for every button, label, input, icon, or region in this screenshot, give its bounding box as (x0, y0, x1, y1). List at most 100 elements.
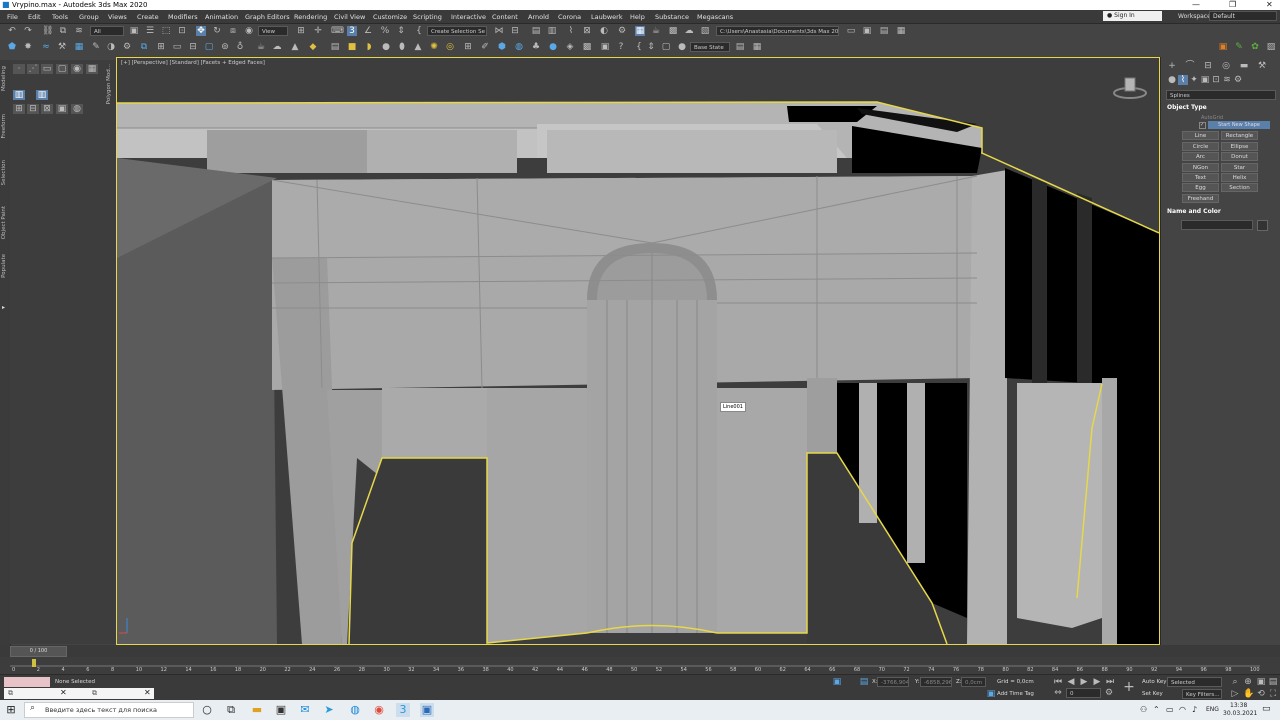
map-icon[interactable]: ▩ (582, 42, 592, 52)
reference-coordinate-dropdown[interactable]: View (258, 26, 288, 36)
space-warp-icon[interactable]: ⧉ (139, 42, 149, 52)
language-indicator[interactable]: ENG (1206, 706, 1219, 713)
time-tag-icon[interactable]: ▣ (986, 689, 996, 699)
mirror-icon[interactable]: ⋈ (494, 26, 504, 36)
clock-time[interactable]: 13:38 (1230, 702, 1247, 709)
helix-button[interactable]: Helix (1221, 173, 1258, 182)
window-crossing-icon[interactable]: ⊡ (177, 26, 187, 36)
light-bulb-icon[interactable]: ◎ (445, 42, 455, 52)
unlink-icon[interactable]: ⧉ (58, 26, 68, 36)
wave-icon[interactable]: ≈ (41, 42, 51, 52)
array-icon[interactable]: ⊟ (188, 42, 198, 52)
star-button[interactable]: Star (1221, 163, 1258, 172)
task-view-icon[interactable]: ⧉ (224, 703, 238, 717)
ribbon-tool-11-icon[interactable]: ⊠ (41, 104, 53, 114)
lights-icon[interactable]: ✦ (1189, 75, 1199, 85)
plugin-icon[interactable]: ▨ (1266, 42, 1276, 52)
brush-icon[interactable]: ✎ (91, 42, 101, 52)
camera-icon[interactable]: ⚙ (122, 42, 132, 52)
chrome-icon[interactable]: ◉ (372, 703, 386, 717)
utilities-tab-icon[interactable]: ⚒ (1257, 61, 1267, 71)
windows-start-icon[interactable]: ⊞ (4, 703, 18, 717)
menu-help[interactable]: Help (630, 13, 645, 21)
hierarchy-tab-icon[interactable]: ⊟ (1203, 61, 1213, 71)
teapot-icon[interactable]: ☕ (256, 42, 266, 52)
placement-icon[interactable]: ◉ (244, 26, 254, 36)
sun-icon[interactable]: ✺ (429, 42, 439, 52)
workspaces-dropdown[interactable]: Default (1209, 11, 1277, 21)
ribbon-tool-12-icon[interactable]: ▣ (56, 104, 68, 114)
curve-editor-icon[interactable]: ⌇ (566, 26, 576, 36)
field-of-view-icon[interactable]: ▷ (1230, 689, 1240, 699)
help-circle-icon[interactable]: ? (616, 42, 626, 52)
zoom-all-icon[interactable]: ⊕ (1243, 677, 1253, 687)
menu-views[interactable]: Views (108, 13, 127, 21)
current-frame-field[interactable]: 0 (1066, 688, 1101, 698)
ribbon-tool-2-icon[interactable]: ⋰ (27, 64, 39, 74)
set-key-plus-icon[interactable]: + (1121, 679, 1137, 695)
sign-in-dropdown[interactable]: ● Sign In (1103, 11, 1162, 21)
table-icon[interactable]: ▦ (74, 42, 84, 52)
pivot-icon[interactable]: ⊞ (296, 26, 306, 36)
snapshot-icon[interactable]: ▣ (600, 42, 610, 52)
play-icon[interactable]: ▶ (1079, 677, 1089, 687)
project-path-dropdown[interactable]: C:\Users\Anastasia\Documents\3ds Max 202… (716, 26, 839, 36)
select-manipulate-icon[interactable]: ✛ (313, 26, 323, 36)
sphere-icon[interactable]: ● (381, 42, 391, 52)
menu-substance[interactable]: Substance (655, 13, 689, 21)
menu-scripting[interactable]: Scripting (413, 13, 442, 21)
ball-icon[interactable]: ● (548, 42, 558, 52)
select-object-icon[interactable]: ▣ (129, 26, 139, 36)
rendered-frame-window-icon[interactable]: ▦ (635, 26, 645, 36)
section-button[interactable]: Section (1221, 183, 1258, 192)
undo-icon[interactable]: ↶ (7, 26, 17, 36)
maxscript-listener[interactable] (4, 677, 50, 687)
key-set-dropdown[interactable]: Selected (1167, 677, 1222, 687)
light-icon[interactable]: ◑ (106, 42, 116, 52)
bulb-icon[interactable]: ♁ (235, 42, 245, 52)
x-coordinate-field[interactable]: -3766,904m (877, 677, 909, 687)
ribbon-tool-7-icon[interactable]: ▥ (13, 90, 25, 100)
render-iterative-icon[interactable]: ▩ (668, 26, 678, 36)
object-name-field[interactable] (1181, 220, 1253, 230)
add-time-tag[interactable]: Add Time Tag (997, 691, 1034, 697)
menu-group[interactable]: Group (79, 13, 99, 21)
ribbon-tool-13-icon[interactable]: ◍ (71, 104, 83, 114)
donut-button[interactable]: Donut (1221, 152, 1258, 161)
tree-icon[interactable]: ♣ (531, 42, 541, 52)
snaps-toggle-icon[interactable]: 3 (347, 26, 357, 36)
dome-icon[interactable]: ◗ (364, 42, 374, 52)
render-production-icon[interactable]: ☕ (651, 26, 661, 36)
menu-interactive[interactable]: Interactive (451, 13, 486, 21)
ribbon-tool-9-icon[interactable]: ⊞ (13, 104, 25, 114)
bind-space-warp-icon[interactable]: ≋ (74, 26, 84, 36)
project-folder-icon[interactable]: ▭ (846, 26, 856, 36)
menu-civil-view[interactable]: Civil View (334, 13, 365, 21)
display-tab-icon[interactable]: ▬ (1239, 61, 1249, 71)
wifi-icon[interactable]: ◠ (1179, 705, 1186, 714)
state-compositor-icon[interactable]: ▦ (752, 42, 762, 52)
megascans-icon[interactable]: ✎ (1234, 42, 1244, 52)
cortana-icon[interactable]: ○ (200, 703, 214, 717)
render-setup-icon[interactable]: ⚙ (617, 26, 627, 36)
menu-create[interactable]: Create (137, 13, 159, 21)
ribbon-tool-4-icon[interactable]: ▢ (56, 64, 68, 74)
ngon-button[interactable]: NGon (1182, 163, 1219, 172)
menu-graph-editors[interactable]: Graph Editors (245, 13, 290, 21)
render-in-cloud-icon[interactable]: ☁ (684, 26, 694, 36)
move-icon[interactable]: ✥ (196, 26, 206, 36)
keyboard-shortcut-toggle-icon[interactable]: ⌨ (331, 26, 344, 36)
menu-animation[interactable]: Animation (205, 13, 238, 21)
time-slider-thumb[interactable]: 0 / 100 (10, 646, 67, 657)
ribbon-toggle-icon[interactable]: ▸ (2, 304, 5, 311)
menu-edit[interactable]: Edit (28, 13, 41, 21)
scene-icon[interactable]: ▲ (290, 42, 300, 52)
start-new-shape-checkbox[interactable]: ✓ (1199, 122, 1206, 129)
cylinder-icon[interactable]: ⬮ (397, 42, 407, 52)
perspective-viewport[interactable]: [+] [Perspective] [Standard] [Facets + E… (116, 57, 1160, 645)
z-coordinate-field[interactable]: 0,0cm (961, 677, 986, 687)
align-icon[interactable]: ⊟ (510, 26, 520, 36)
zoom-extents-icon[interactable]: ▣ (1256, 677, 1266, 687)
scale-icon[interactable]: ⧈ (228, 26, 238, 36)
space-warps-icon[interactable]: ≋ (1222, 75, 1232, 85)
